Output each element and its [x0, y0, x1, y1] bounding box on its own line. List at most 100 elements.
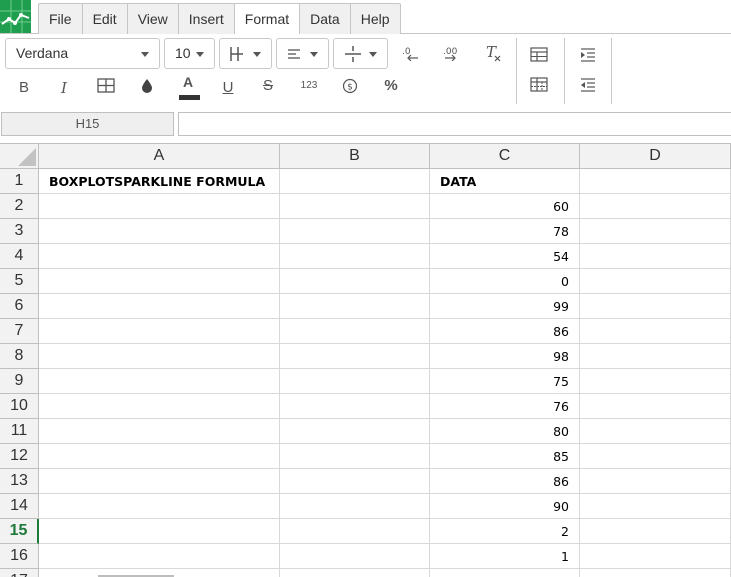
- menu-tab-data[interactable]: Data: [300, 3, 351, 34]
- cell-b[interactable]: [280, 169, 430, 194]
- cell-b[interactable]: [280, 269, 430, 294]
- increase-indent-button[interactable]: [574, 41, 602, 69]
- vertical-align-dropdown[interactable]: [333, 38, 388, 69]
- cell-c[interactable]: 80: [430, 419, 580, 444]
- number-format-button[interactable]: 123: [295, 72, 323, 100]
- cell-a[interactable]: [39, 294, 280, 319]
- row-header[interactable]: 14: [0, 494, 39, 519]
- cell-c[interactable]: [430, 569, 580, 577]
- row-header[interactable]: 16: [0, 544, 39, 569]
- cell-b[interactable]: [280, 344, 430, 369]
- cell-d[interactable]: [580, 369, 731, 394]
- cell-d[interactable]: [580, 444, 731, 469]
- row-header[interactable]: 1: [0, 169, 39, 194]
- menu-tab-insert[interactable]: Insert: [178, 3, 235, 34]
- font-color-button[interactable]: A: [174, 70, 202, 100]
- fill-color-button[interactable]: [133, 72, 161, 100]
- cell-d[interactable]: [580, 569, 731, 577]
- insert-table-button[interactable]: [525, 41, 553, 69]
- row-header[interactable]: 7: [0, 319, 39, 344]
- cell-b[interactable]: [280, 319, 430, 344]
- font-size-dropdown[interactable]: 10: [164, 38, 215, 69]
- column-header-b[interactable]: B: [280, 144, 430, 169]
- cell-c[interactable]: 76: [430, 394, 580, 419]
- cell-a[interactable]: [39, 394, 280, 419]
- row-header[interactable]: 11: [0, 419, 39, 444]
- cell-b[interactable]: [280, 194, 430, 219]
- cell-a[interactable]: BOXPLOTSPARKLINE FORMULA: [39, 169, 280, 194]
- cell-a[interactable]: [39, 419, 280, 444]
- cell-d[interactable]: [580, 494, 731, 519]
- cell-c[interactable]: 2: [430, 519, 580, 544]
- row-header[interactable]: 5: [0, 269, 39, 294]
- percent-format-button[interactable]: %: [377, 72, 405, 100]
- cell-b[interactable]: [280, 544, 430, 569]
- currency-format-button[interactable]: $: [336, 72, 364, 100]
- cell-c[interactable]: 85: [430, 444, 580, 469]
- cell-c[interactable]: 86: [430, 469, 580, 494]
- cell-b[interactable]: [280, 244, 430, 269]
- decrease-decimal-button[interactable]: .0: [396, 39, 424, 67]
- cell-a[interactable]: [39, 319, 280, 344]
- row-header[interactable]: 13: [0, 469, 39, 494]
- cell-a[interactable]: [39, 344, 280, 369]
- row-header[interactable]: 2: [0, 194, 39, 219]
- row-header[interactable]: 4: [0, 244, 39, 269]
- cell-b[interactable]: [280, 419, 430, 444]
- cell-d[interactable]: [580, 469, 731, 494]
- cell-b[interactable]: [280, 369, 430, 394]
- formula-input[interactable]: [178, 112, 731, 136]
- cell-d[interactable]: [580, 344, 731, 369]
- menu-tab-format[interactable]: Format: [234, 3, 301, 35]
- cell-b[interactable]: [280, 219, 430, 244]
- cell-c[interactable]: 1: [430, 544, 580, 569]
- cell-d[interactable]: [580, 244, 731, 269]
- clear-formatting-button[interactable]: T: [479, 39, 507, 67]
- cell-a[interactable]: [39, 369, 280, 394]
- decrease-indent-button[interactable]: [574, 71, 602, 99]
- cell-d[interactable]: [580, 519, 731, 544]
- cell-a[interactable]: [39, 469, 280, 494]
- column-header-a[interactable]: A: [39, 144, 280, 169]
- bold-button[interactable]: B: [10, 74, 38, 102]
- cell-d[interactable]: [580, 269, 731, 294]
- strikethrough-button[interactable]: S: [254, 72, 282, 100]
- row-header[interactable]: 17: [0, 569, 39, 577]
- cell-reference-box[interactable]: H15: [1, 112, 174, 136]
- cell-b[interactable]: [280, 444, 430, 469]
- cell-c[interactable]: 86: [430, 319, 580, 344]
- cell-b[interactable]: [280, 294, 430, 319]
- cell-a[interactable]: [39, 244, 280, 269]
- cell-a[interactable]: [39, 444, 280, 469]
- column-header-d[interactable]: D: [580, 144, 731, 169]
- borders-dropdown[interactable]: [219, 38, 272, 69]
- cell-c[interactable]: 99: [430, 294, 580, 319]
- menu-tab-edit[interactable]: Edit: [82, 3, 128, 34]
- cell-b[interactable]: [280, 519, 430, 544]
- menu-tab-help[interactable]: Help: [350, 3, 401, 34]
- cell-b[interactable]: [280, 469, 430, 494]
- cell-c[interactable]: 78: [430, 219, 580, 244]
- cell-c[interactable]: 98: [430, 344, 580, 369]
- cell-d[interactable]: [580, 394, 731, 419]
- column-header-c[interactable]: C: [430, 144, 580, 169]
- row-header[interactable]: 6: [0, 294, 39, 319]
- cell-d[interactable]: [580, 219, 731, 244]
- cell-d[interactable]: [580, 194, 731, 219]
- row-header[interactable]: 12: [0, 444, 39, 469]
- cell-d[interactable]: [580, 544, 731, 569]
- merge-cells-button[interactable]: [92, 72, 120, 100]
- cell-a[interactable]: [39, 219, 280, 244]
- row-header[interactable]: 8: [0, 344, 39, 369]
- cell-c[interactable]: 0: [430, 269, 580, 294]
- select-all-corner[interactable]: [0, 144, 39, 169]
- row-header[interactable]: 10: [0, 394, 39, 419]
- cell-d[interactable]: [580, 419, 731, 444]
- cell-a[interactable]: [39, 269, 280, 294]
- cell-c[interactable]: 75: [430, 369, 580, 394]
- horizontal-align-dropdown[interactable]: [276, 38, 329, 69]
- underline-button[interactable]: U: [214, 74, 242, 102]
- cell-a[interactable]: [39, 519, 280, 544]
- row-header[interactable]: 3: [0, 219, 39, 244]
- cell-b[interactable]: [280, 394, 430, 419]
